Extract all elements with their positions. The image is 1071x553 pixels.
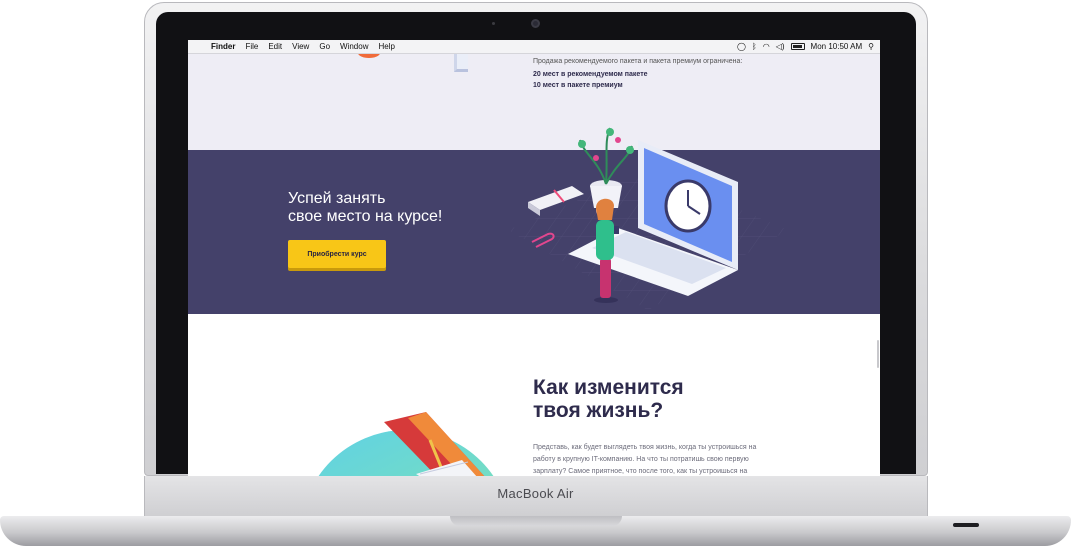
clock-icon: [664, 179, 712, 233]
menu-window[interactable]: Window: [335, 42, 373, 51]
cta-heading: Успей занять свое место на курсе!: [288, 190, 442, 226]
laptop-mockup: Продажа рекомендуемого пакета и пакета п…: [0, 0, 1071, 553]
life-section: Как изменится твоя жизнь? Представь, как…: [188, 314, 880, 476]
life-heading-line-2: твоя жизнь?: [533, 399, 664, 422]
battery-icon[interactable]: [790, 43, 805, 50]
cta-heading-line-2: свое место на курсе!: [288, 208, 443, 225]
wifi-icon[interactable]: ◠: [763, 42, 770, 51]
menu-go[interactable]: Go: [314, 42, 335, 51]
laptop-clock-illustration: [508, 127, 788, 310]
microphone-dot: [492, 22, 495, 25]
beach-illustration: [318, 412, 494, 476]
lid-opening-notch: [450, 516, 622, 526]
menubar-status-area: ◯ ᛒ ◠ ◁) Mon 10:50 AM ⚲: [737, 42, 880, 51]
menu-help[interactable]: Help: [373, 42, 399, 51]
bluetooth-icon[interactable]: ᛒ: [752, 42, 757, 51]
macos-menubar: Finder File Edit View Go Window Help ◯ ᛒ…: [188, 40, 880, 54]
seats-recommended: 20 мест в рекомендуемом пакете: [533, 71, 648, 78]
menu-view[interactable]: View: [287, 42, 314, 51]
buy-course-button[interactable]: Приобрести курс: [288, 240, 386, 268]
cta-section: Успей занять свое место на курсе! Приобр…: [188, 127, 880, 314]
cube-decoration: [454, 54, 468, 72]
menubar-clock[interactable]: Mon 10:50 AM: [811, 42, 863, 51]
menu-edit[interactable]: Edit: [263, 42, 287, 51]
life-heading-line-1: Как изменится: [533, 376, 684, 399]
screen: Продажа рекомендуемого пакета и пакета п…: [188, 40, 880, 476]
chat-icon[interactable]: ◯: [737, 42, 746, 51]
page-scrollbar[interactable]: [877, 340, 879, 368]
camera-icon: [531, 19, 540, 28]
model-label: MacBook Air: [497, 486, 574, 501]
volume-icon[interactable]: ◁): [776, 42, 785, 51]
search-icon[interactable]: ⚲: [868, 42, 874, 51]
side-port: [953, 523, 979, 527]
seats-premium: 10 мест в пакете премиум: [533, 82, 623, 89]
menu-finder[interactable]: Finder: [206, 42, 240, 51]
seats-note: Продажа рекомендуемого пакета и пакета п…: [533, 58, 743, 65]
menu-file[interactable]: File: [240, 42, 263, 51]
life-paragraph: Представь, как будет выглядеть твоя жизн…: [533, 444, 757, 475]
cta-heading-line-1: Успей занять: [288, 190, 386, 207]
life-heading: Как изменится твоя жизнь?: [533, 376, 684, 422]
